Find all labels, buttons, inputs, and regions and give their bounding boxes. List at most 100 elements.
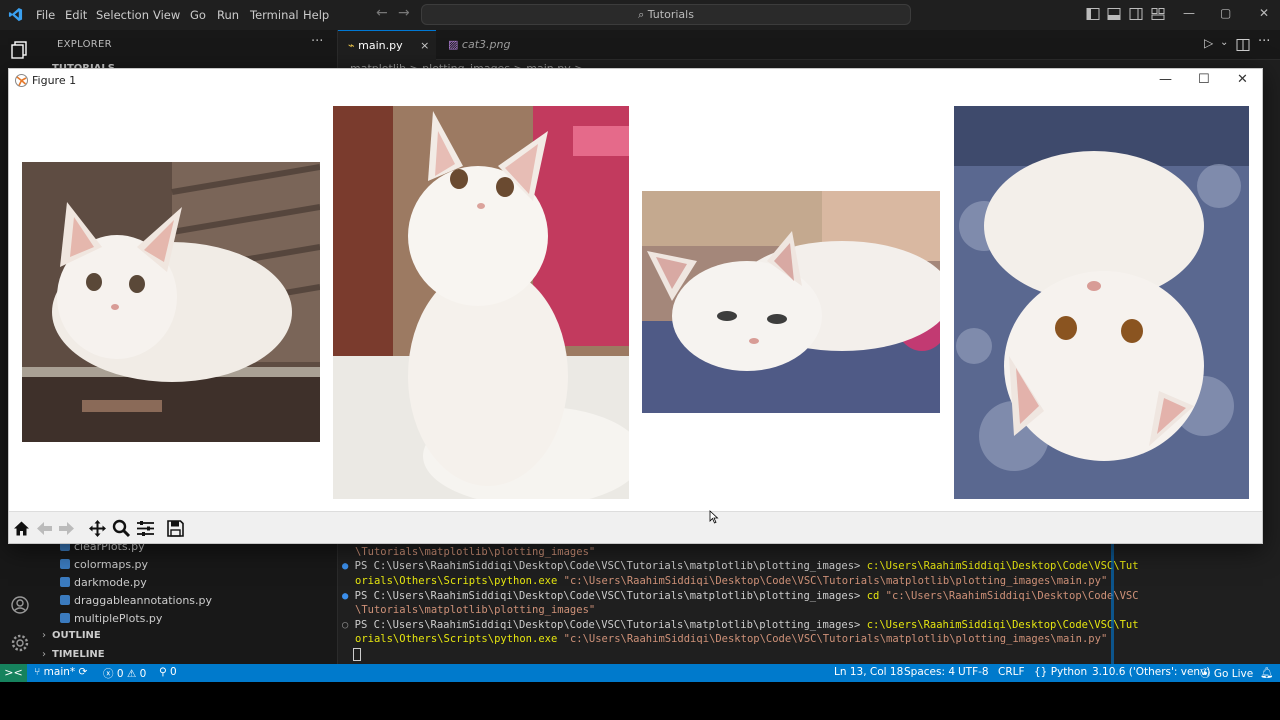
close-icon[interactable]: ✕ [1259,6,1269,20]
account-icon[interactable] [10,595,30,615]
back-icon[interactable] [35,519,54,538]
tab-main-py[interactable]: ⌁ main.py × [338,30,436,60]
customize-layout-icon[interactable] [1151,7,1165,21]
outline-section[interactable]: › OUTLINE [42,630,101,641]
settings-gear-icon[interactable] [10,633,30,653]
go-live-button[interactable]: ⦿ Go Live [1200,666,1253,681]
python-file-icon [60,595,70,605]
figure-canvas[interactable] [9,93,1262,511]
git-branch-icon: ⑂ [34,666,41,678]
terminal-line: orials\Others\Scripts\python.exe "c:\Use… [355,575,1108,587]
mouse-cursor-icon [709,510,719,524]
language-mode[interactable]: {} Python [1034,666,1087,678]
file-item[interactable]: draggableannotations.py [60,594,212,607]
python-file-icon: ⌁ [348,39,355,52]
run-python-file-icon[interactable]: ▷ [1204,36,1213,50]
encoding[interactable]: UTF-8 [958,666,989,678]
terminal-line: ● PS C:\Users\RaahimSiddiqi\Desktop\Code… [342,560,1139,572]
pan-icon[interactable] [88,519,107,538]
vscode-logo-icon [8,7,23,22]
figure-titlebar: Figure 1 — ☐ ✕ [9,69,1262,93]
terminal-cursor [353,648,361,661]
terminal-line: \Tutorials\matplotlib\plotting_images" [355,546,596,558]
notifications-bell-icon[interactable]: 🔔︎ [1260,666,1273,679]
python-file-icon [60,577,70,587]
ports-icon: ⚲ [159,666,167,678]
menu-terminal[interactable]: Terminal [250,8,299,22]
line-endings[interactable]: CRLF [998,666,1025,678]
cat-image-3 [642,191,940,413]
terminal-line: \Tutorials\matplotlib\plotting_images" [355,604,596,616]
chevron-right-icon: › [42,649,46,660]
configure-subplots-icon[interactable] [136,519,155,538]
chevron-down-icon[interactable]: ⌄ [1220,37,1228,48]
search-icon: ⌕ [638,8,648,21]
status-bar: >< ⑂ main* ⟳ ⓧ 0 ⚠ 0 ⚲ 0 Ln 13, Col 18 S… [0,664,1280,682]
menu-file[interactable]: File [36,8,55,22]
broadcast-icon: ⦿ [1200,668,1211,680]
terminal-line: orials\Others\Scripts\python.exe "c:\Use… [355,633,1108,645]
menu-help[interactable]: Help [303,8,329,22]
editor-tabs: ⌁ main.py × ▨ cat3.png ▷ ⌄ ··· [338,30,1280,60]
timeline-section[interactable]: › TIMELINE [42,649,105,660]
file-item[interactable]: multiplePlots.py [60,612,162,625]
more-actions-icon[interactable]: ··· [1258,34,1270,49]
cat-image-4 [954,106,1249,499]
matplotlib-logo-icon [15,74,28,87]
toggle-primary-sidebar-icon[interactable] [1086,7,1100,21]
python-file-icon [60,613,70,623]
figure-maximize-icon[interactable]: ☐ [1198,72,1210,87]
terminal-scrollbar[interactable] [1111,540,1114,664]
cursor-position[interactable]: Ln 13, Col 18 [834,666,903,678]
remote-indicator-icon[interactable]: >< [0,664,27,682]
problems-status[interactable]: ⓧ 0 ⚠ 0 [103,666,146,681]
tab-cat3-png[interactable]: ▨ cat3.png [438,30,536,60]
vscode-titlebar: File Edit Selection View Go Run Terminal… [0,0,1280,30]
toggle-secondary-sidebar-icon[interactable] [1129,7,1143,21]
figure-navigation-toolbar [9,511,1262,543]
maximize-icon[interactable]: ▢ [1220,6,1231,20]
menu-run[interactable]: Run [217,8,239,22]
forward-icon[interactable] [57,519,76,538]
figure-title: Figure 1 [32,74,77,87]
figure-minimize-icon[interactable]: — [1159,72,1172,87]
ports-status[interactable]: ⚲ 0 [159,666,177,678]
nav-forward-icon[interactable]: → [398,5,410,21]
branch-status[interactable]: ⑂ main* ⟳ [34,666,87,678]
error-icon: ⓧ [103,668,114,680]
zoom-icon[interactable] [112,519,131,538]
terminal-line: ● PS C:\Users\RaahimSiddiqi\Desktop\Code… [342,590,1139,602]
cat-image-1 [22,162,320,442]
cat-image-2 [333,106,629,499]
figure-close-icon[interactable]: ✕ [1237,72,1248,87]
save-icon[interactable] [166,519,185,538]
minimize-icon[interactable]: — [1183,6,1195,20]
explorer-icon[interactable] [10,40,30,60]
menu-view[interactable]: View [153,8,180,22]
split-editor-icon[interactable] [1236,38,1250,52]
menu-selection[interactable]: Selection [96,8,149,22]
command-center-search[interactable]: ⌕ Tutorials [421,4,911,25]
terminal-line: ○ PS C:\Users\RaahimSiddiqi\Desktop\Code… [342,619,1139,631]
explorer-title: EXPLORER [57,39,112,50]
image-file-icon: ▨ [448,38,459,51]
more-actions-icon[interactable]: ··· [311,34,323,49]
letterbox [0,682,1280,720]
matplotlib-figure-window: Figure 1 — ☐ ✕ [8,68,1263,544]
file-item[interactable]: colormaps.py [60,558,148,571]
menu-edit[interactable]: Edit [65,8,87,22]
indentation[interactable]: Spaces: 4 [904,666,955,678]
chevron-right-icon: › [42,630,46,641]
warning-icon: ⚠ [126,668,137,680]
menu-go[interactable]: Go [190,8,206,22]
file-item[interactable]: darkmode.py [60,576,147,589]
terminal-panel[interactable]: \Tutorials\matplotlib\plotting_images" ●… [338,540,1280,664]
desktop-screen: File Edit Selection View Go Run Terminal… [0,0,1280,720]
python-file-icon [60,559,70,569]
home-icon[interactable] [12,519,31,538]
close-tab-icon[interactable]: × [420,39,429,52]
nav-back-icon[interactable]: ← [376,5,388,21]
command-center-label: Tutorials [647,8,694,21]
python-interpreter[interactable]: 3.10.6 ('Others': venv) [1092,666,1210,678]
toggle-panel-icon[interactable] [1107,7,1121,21]
